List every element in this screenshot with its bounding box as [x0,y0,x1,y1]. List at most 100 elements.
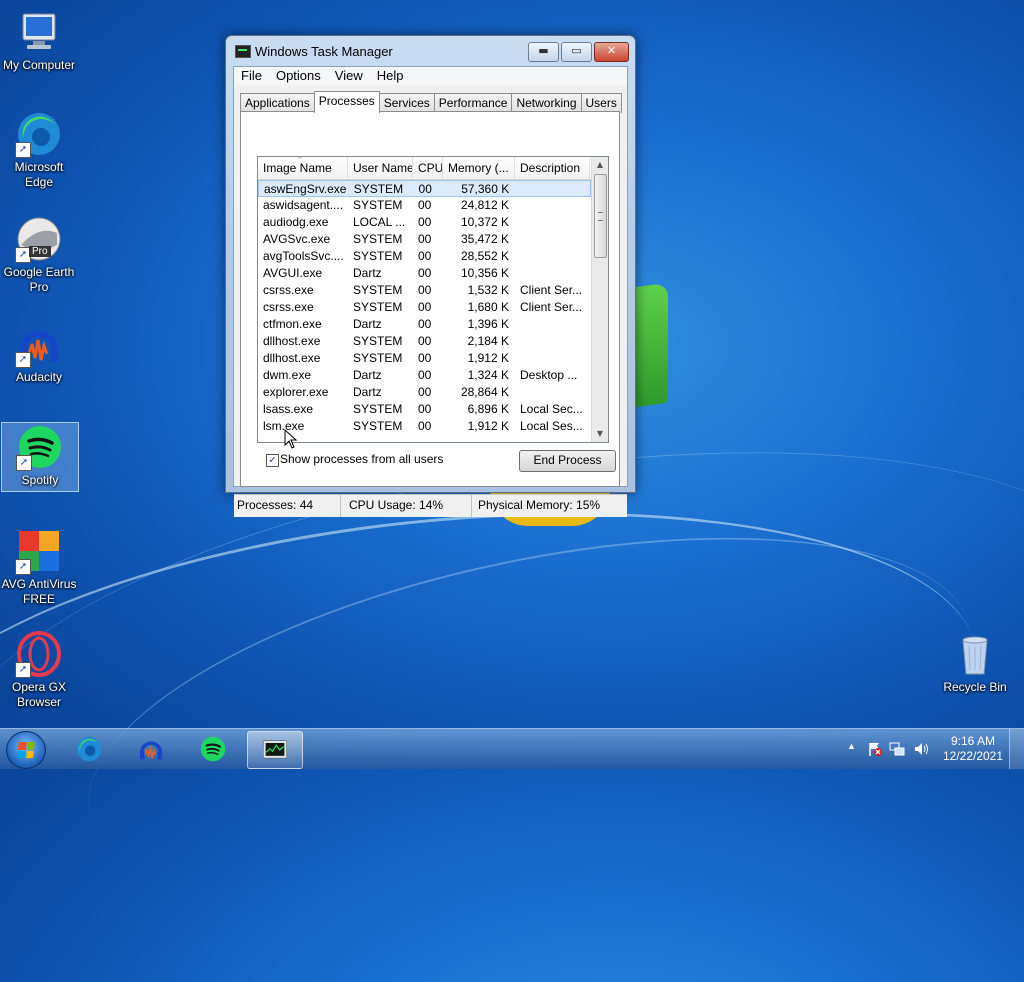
column-image-name[interactable]: ^ Image Name [258,157,348,179]
cell-memory: 10,372 K [460,215,509,229]
cell-cpu: 00 [418,215,432,229]
tab-performance[interactable]: Performance [433,93,513,113]
desktop-icon-audacity[interactable]: ➚ Audacity [1,320,77,385]
wallpaper-swoosh [56,469,1004,973]
tab-users[interactable]: Users [580,93,622,113]
table-row[interactable]: dwm.exe Dartz 00 1,324 K Desktop ... [258,367,591,384]
desktop-icon-opera-gx[interactable]: ➚ Opera GX Browser [1,630,77,710]
column-cpu[interactable]: CPU [413,157,443,179]
audacity-icon: ➚ [15,320,63,368]
close-button[interactable]: ✕ [594,42,629,62]
cell-user-name: SYSTEM [353,300,403,314]
action-center-flag-icon[interactable] [867,741,883,757]
table-row[interactable]: audiodg.exe LOCAL ... 00 10,372 K [258,214,591,231]
scroll-thumb[interactable] [594,174,607,258]
taskbar-spotify[interactable] [186,731,240,767]
tab-networking[interactable]: Networking [511,93,582,113]
cell-image-name: avgToolsSvc.... [263,249,344,263]
cell-memory: 1,396 K [467,317,509,331]
system-tray: ▲ 9:16 AM 12/22/2021 [845,729,1024,769]
menu-options[interactable]: Options [269,67,328,85]
desktop-icon-label: Recycle Bin [943,680,1007,694]
menu-file[interactable]: File [234,67,269,85]
tab-processes[interactable]: Processes [313,91,380,113]
network-icon[interactable] [889,741,905,757]
taskbar-task-manager[interactable] [247,731,303,769]
cell-description [515,197,590,214]
maximize-button[interactable]: ▭ [561,42,592,62]
cell-cpu: 00 [418,334,432,348]
cell-description: Desktop ... [520,368,578,382]
end-process-button[interactable]: End Process [519,450,616,472]
table-row[interactable]: lsass.exe SYSTEM 00 6,896 K Local Sec... [258,401,591,418]
column-description[interactable]: Description [515,157,590,179]
opera-gx-icon: ➚ [15,630,63,678]
shortcut-arrow-icon: ➚ [15,662,31,678]
menu-help[interactable]: Help [370,67,411,85]
table-row[interactable]: aswEngSrv.exe SYSTEM 00 57,360 K [258,180,591,197]
status-processes: Processes: 44 [234,495,341,517]
tab-applications[interactable]: Applications [240,93,315,113]
taskbar-edge[interactable] [62,731,116,767]
desktop-icon-label: AVG AntiVirus FREE [1,577,77,606]
table-row[interactable]: lsm.exe SYSTEM 00 1,912 K Local Ses... [258,418,591,435]
pro-badge: Pro [29,246,51,257]
cell-cpu: 00 [418,182,432,196]
cell-memory: 1,324 K [467,368,509,382]
cell-image-name: csrss.exe [263,300,314,314]
minimize-button[interactable]: ▬ [528,42,559,62]
cell-cpu: 00 [418,351,432,365]
scroll-up-icon[interactable]: ▲ [592,157,608,173]
process-rows: aswEngSrv.exe SYSTEM 00 57,360 Kaswidsagent… [258,180,591,435]
table-row[interactable]: dllhost.exe SYSTEM 00 1,912 K [258,350,591,367]
table-row[interactable]: csrss.exe SYSTEM 00 1,532 K Client Ser... [258,282,591,299]
cell-memory: 28,864 K [460,385,509,399]
show-hidden-icons-icon[interactable]: ▲ [847,741,856,751]
table-row[interactable]: AVGSvc.exe SYSTEM 00 35,472 K [258,231,591,248]
table-row[interactable]: avgToolsSvc.... SYSTEM 00 28,552 K [258,248,591,265]
table-row[interactable]: explorer.exe Dartz 00 28,864 K [258,384,591,401]
column-user-name[interactable]: User Name [348,157,413,179]
window-title: Windows Task Manager [255,44,393,59]
cell-memory: 6,896 K [467,402,509,416]
taskbar-audacity[interactable] [124,731,178,767]
clock[interactable]: 9:16 AM 12/22/2021 [938,734,1008,764]
desktop-icon-recycle-bin[interactable]: Recycle Bin [937,630,1013,695]
table-row[interactable]: aswidsagent.... SYSTEM 00 24,812 K [258,197,591,214]
cell-user-name: Dartz [353,368,382,382]
status-bar: Processes: 44 CPU Usage: 14% Physical Me… [234,494,627,517]
scroll-down-icon[interactable]: ▼ [592,426,608,442]
cell-image-name: lsass.exe [263,402,314,416]
title-bar[interactable]: Windows Task Manager ▬ ▭ ✕ [226,36,635,66]
show-all-processes-label[interactable]: Show processes from all users [280,452,443,466]
status-cpu-usage: CPU Usage: 14% [341,495,472,517]
show-desktop-button[interactable] [1009,729,1024,769]
desktop-icon-my-computer[interactable]: My Computer [1,8,77,73]
cell-description [515,214,590,231]
mouse-cursor-icon [284,429,298,449]
desktop-icon-microsoft-edge[interactable]: ➚ Microsoft Edge [1,110,77,190]
process-list[interactable]: ^ Image Name User Name CPU Memory (... De… [257,156,609,443]
table-row[interactable]: csrss.exe SYSTEM 00 1,680 K Client Ser... [258,299,591,316]
cell-description: Client Ser... [520,300,583,314]
table-row[interactable]: dllhost.exe SYSTEM 00 2,184 K [258,333,591,350]
menu-view[interactable]: View [328,67,370,85]
table-row[interactable]: AVGUI.exe Dartz 00 10,356 K [258,265,591,282]
desktop-icon-avg-antivirus[interactable]: ➚ AVG AntiVirus FREE [1,527,77,607]
vertical-scrollbar[interactable]: ▲ ▼ [591,157,608,442]
cell-user-name: SYSTEM [353,351,403,365]
cell-user-name: LOCAL ... [353,215,406,229]
show-all-processes-checkbox[interactable]: ✓ [266,454,279,467]
task-manager-window[interactable]: Windows Task Manager ▬ ▭ ✕ File Options … [225,35,636,517]
table-row[interactable]: ctfmon.exe Dartz 00 1,396 K [258,316,591,333]
cell-image-name: lsm.exe [263,419,305,433]
cell-cpu: 00 [418,368,432,382]
tab-services[interactable]: Services [378,93,435,113]
cell-description: Local Ses... [520,419,583,433]
desktop-icon-spotify[interactable]: ➚ Spotify [1,422,79,492]
start-button[interactable] [6,731,46,769]
cell-memory: 1,912 K [467,419,509,433]
volume-icon[interactable] [913,741,931,757]
desktop-icon-google-earth-pro[interactable]: ➚ Pro Google Earth Pro [1,215,77,295]
column-memory[interactable]: Memory (... [443,157,515,179]
